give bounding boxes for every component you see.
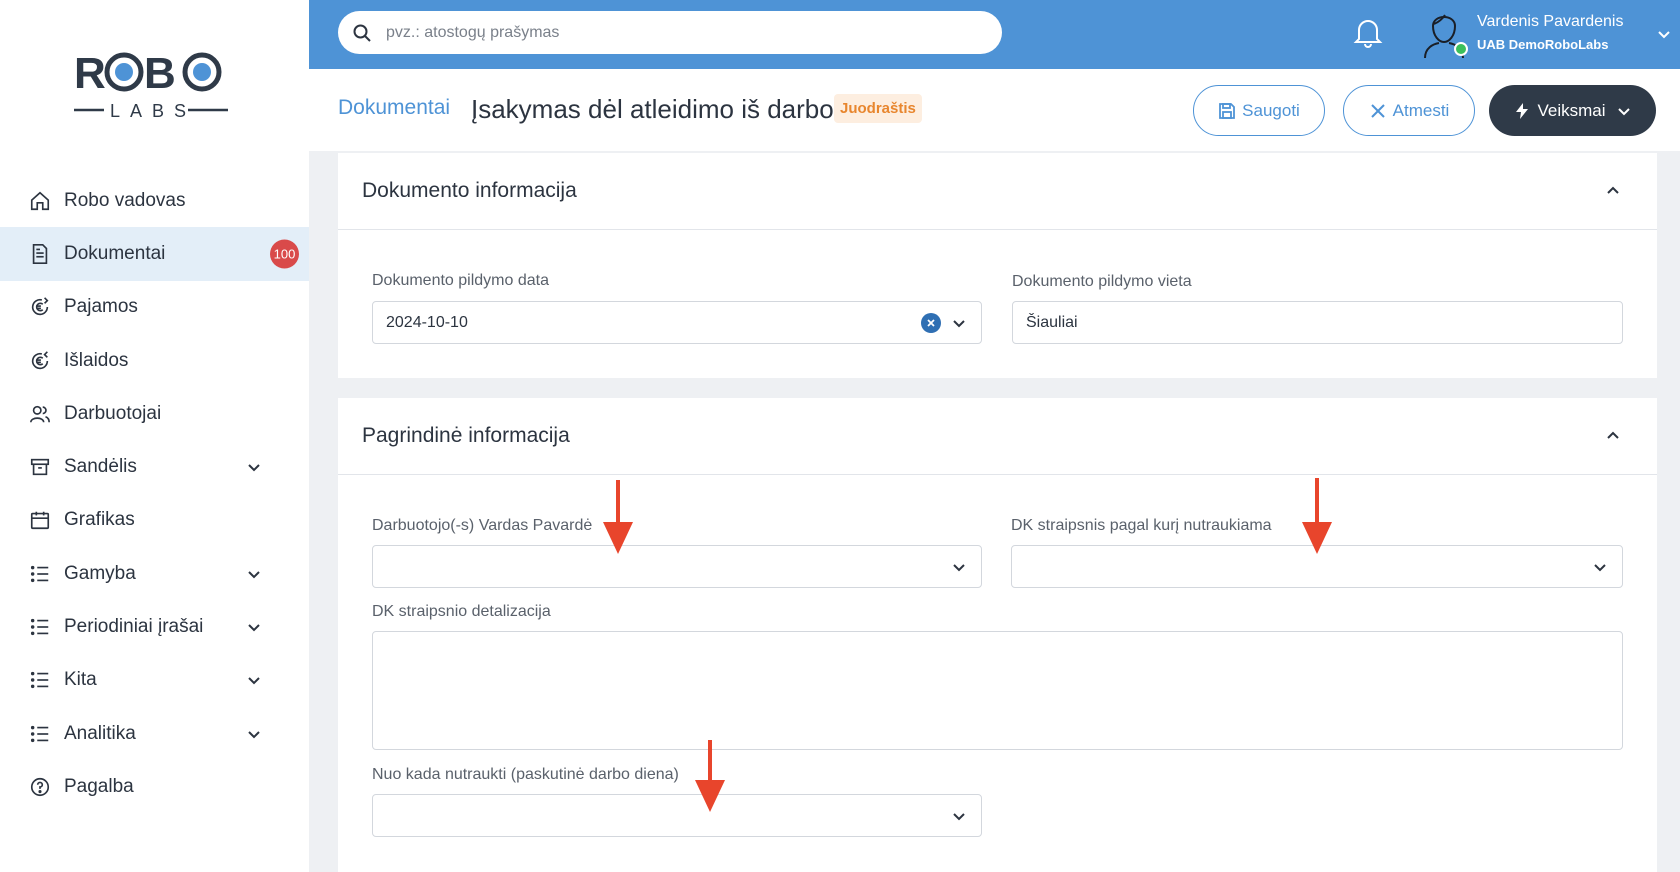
sidebar-item-label: Išlaidos — [64, 349, 129, 371]
chevron-down-icon[interactable] — [246, 672, 262, 688]
chevron-up-icon[interactable] — [1605, 183, 1621, 199]
place-field[interactable]: Šiauliai — [1012, 301, 1623, 344]
annotation-arrow-icon — [695, 740, 725, 812]
svg-text:LABS: LABS — [110, 101, 196, 121]
sidebar-item-islaidos[interactable]: Išlaidos — [0, 334, 309, 387]
sidebar-item-pagalba[interactable]: Pagalba — [0, 760, 309, 813]
section-title: Dokumento informacija — [362, 179, 577, 202]
sidebar-item-label: Robo vadovas — [64, 189, 186, 211]
list-icon — [28, 615, 52, 639]
sidebar-item-periodiniai-irasai[interactable]: Periodiniai įrašai — [0, 600, 309, 653]
document-info-header[interactable]: Dokumento informacija — [338, 153, 1657, 230]
annotation-arrow-icon — [603, 480, 633, 554]
sidebar-item-analitika[interactable]: Analitika — [0, 707, 309, 760]
online-status-indicator — [1454, 42, 1468, 56]
search-box[interactable] — [338, 11, 1002, 54]
end-date-select[interactable] — [372, 794, 982, 837]
sidebar-item-dokumentai[interactable]: Dokumentai 100 — [0, 227, 309, 281]
page-title: Įsakymas dėl atleidimo iš darbo — [471, 94, 834, 124]
sidebar-item-label: Darbuotojai — [64, 402, 162, 424]
place-field-value: Šiauliai — [1026, 313, 1078, 331]
sidebar: R B LABS Robo vadovas Dokumentai 100 Paj… — [0, 0, 309, 872]
main-info-card: Pagrindinė informacija Darbuotojo(-s) Va… — [338, 398, 1657, 872]
notification-badge: 100 — [270, 239, 299, 269]
sidebar-item-label: Kita — [64, 669, 97, 691]
sidebar-item-gamyba[interactable]: Gamyba — [0, 547, 309, 600]
close-icon — [1370, 103, 1385, 118]
main-info-header[interactable]: Pagrindinė informacija — [338, 398, 1657, 475]
chevron-down-icon[interactable] — [1592, 559, 1608, 575]
date-field[interactable]: 2024-10-10 — [372, 301, 982, 344]
sidebar-item-label: Grafikas — [64, 509, 135, 531]
list-icon — [28, 562, 52, 586]
date-field-value: 2024-10-10 — [386, 313, 468, 331]
chevron-down-icon[interactable] — [951, 315, 967, 331]
svg-text:B: B — [144, 49, 176, 98]
place-field-label: Dokumento pildymo vieta — [1012, 273, 1192, 290]
users-icon — [28, 402, 52, 426]
list-icon — [28, 722, 52, 746]
annotation-arrow-icon — [1302, 478, 1332, 554]
chevron-down-icon[interactable] — [1656, 26, 1672, 42]
chevron-down-icon[interactable] — [951, 559, 967, 575]
chevron-down-icon[interactable] — [246, 459, 262, 475]
document-header: Dokumentai Įsakymas dėl atleidimo iš dar… — [309, 69, 1680, 151]
robolabs-logo[interactable]: R B LABS — [72, 44, 232, 124]
chevron-down-icon[interactable] — [246, 619, 262, 635]
employee-select[interactable] — [372, 545, 982, 588]
search-icon — [353, 24, 371, 42]
actions-button[interactable]: Veiksmai — [1489, 85, 1656, 136]
help-icon — [28, 775, 52, 799]
euro-out-icon — [28, 349, 52, 373]
calendar-icon — [28, 508, 52, 532]
save-button[interactable]: Saugoti — [1193, 85, 1325, 136]
document-icon — [28, 242, 52, 266]
detail-field-label: DK straipsnio detalizacija — [372, 603, 551, 620]
svg-text:R: R — [74, 49, 106, 98]
sidebar-item-label: Pajamos — [64, 296, 138, 318]
sidebar-item-sandelis[interactable]: Sandėlis — [0, 440, 309, 493]
sidebar-item-grafikas[interactable]: Grafikas — [0, 494, 309, 547]
archive-icon — [28, 455, 52, 479]
bell-icon[interactable] — [1353, 16, 1383, 48]
chevron-down-icon — [1617, 107, 1630, 115]
sidebar-item-label: Pagalba — [64, 775, 134, 797]
status-badge: Juodraštis — [834, 94, 922, 123]
date-field-label: Dokumento pildymo data — [372, 272, 549, 289]
section-title: Pagrindinė informacija — [362, 424, 570, 447]
user-company[interactable]: UAB DemoRoboLabs — [1477, 37, 1608, 52]
sidebar-nav: Robo vadovas Dokumentai 100 Pajamos Išla… — [0, 174, 309, 814]
sidebar-item-darbuotojai[interactable]: Darbuotojai — [0, 387, 309, 440]
detail-textarea[interactable] — [372, 631, 1623, 750]
lightning-icon — [1516, 102, 1529, 119]
cancel-button[interactable]: Atmesti — [1343, 85, 1475, 136]
sidebar-item-label: Sandėlis — [64, 456, 137, 478]
document-info-card: Dokumento informacija Dokumento pildymo … — [338, 153, 1657, 378]
home-icon — [28, 189, 52, 213]
chevron-down-icon[interactable] — [951, 808, 967, 824]
end-date-field-label: Nuo kada nutraukti (paskutinė darbo dien… — [372, 766, 679, 783]
list-icon — [28, 668, 52, 692]
sidebar-item-label: Dokumentai — [64, 242, 166, 264]
chevron-down-icon[interactable] — [246, 726, 262, 742]
chevron-down-icon[interactable] — [246, 566, 262, 582]
chevron-up-icon[interactable] — [1605, 428, 1621, 444]
breadcrumb[interactable]: Dokumentai — [338, 96, 450, 120]
sidebar-item-label: Gamyba — [64, 562, 136, 584]
clear-icon[interactable] — [921, 313, 941, 333]
sidebar-item-pajamos[interactable]: Pajamos — [0, 281, 309, 334]
euro-in-icon — [28, 295, 52, 319]
employee-field-label: Darbuotojo(-s) Vardas Pavardė — [372, 517, 593, 534]
search-input[interactable] — [386, 23, 946, 42]
sidebar-item-robo-vadovas[interactable]: Robo vadovas — [0, 174, 309, 227]
top-bar: Vardenis Pavardenis UAB DemoRoboLabs — [309, 0, 1680, 69]
sidebar-item-label: Periodiniai įrašai — [64, 616, 204, 638]
sidebar-item-label: Analitika — [64, 722, 136, 744]
save-icon — [1219, 102, 1236, 119]
user-name[interactable]: Vardenis Pavardenis — [1477, 13, 1623, 31]
article-field-label: DK straipsnis pagal kurį nutraukiama — [1011, 517, 1272, 534]
sidebar-item-kita[interactable]: Kita — [0, 654, 309, 707]
